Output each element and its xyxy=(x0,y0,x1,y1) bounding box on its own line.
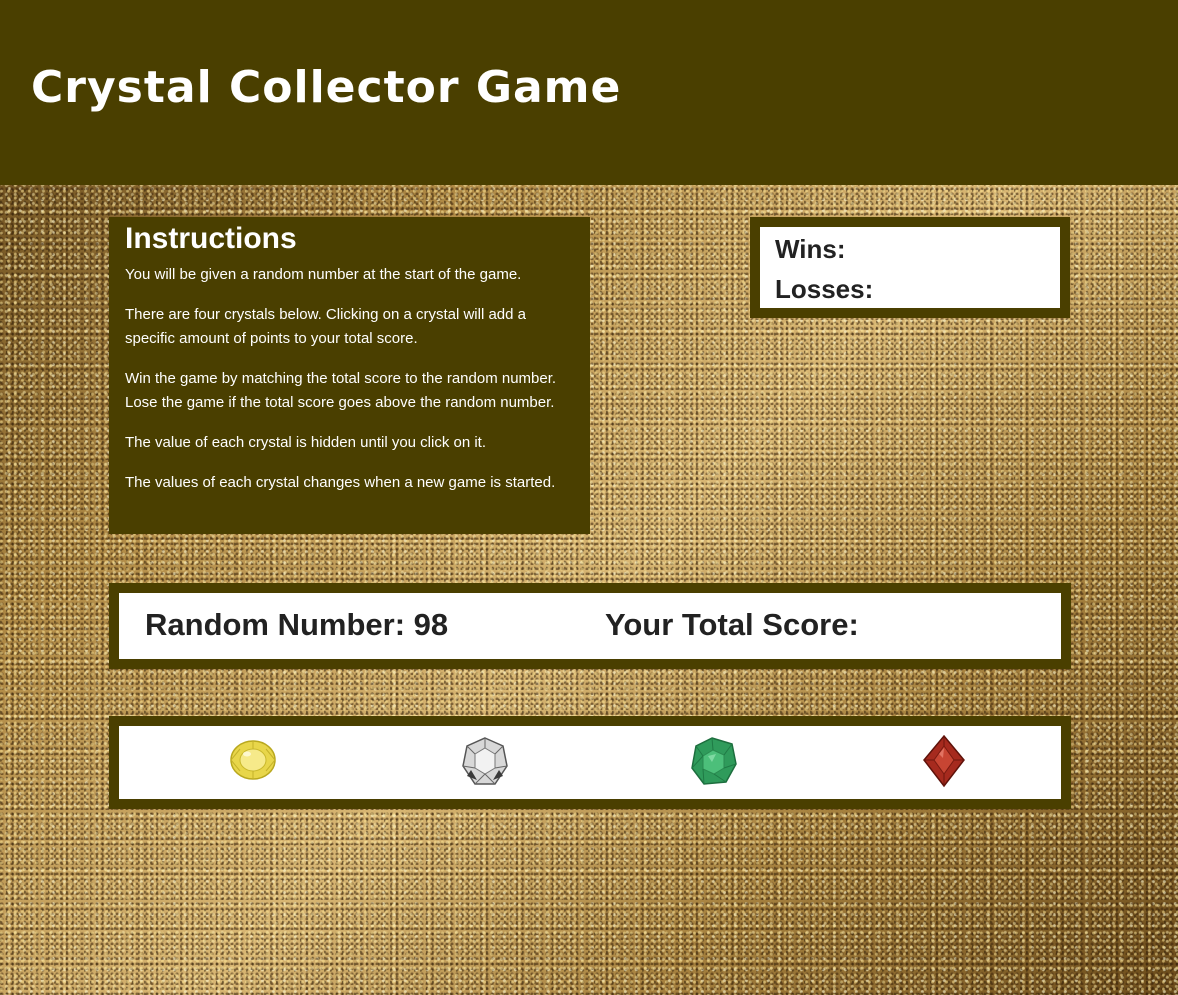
win-loss-panel: Wins: Losses: xyxy=(750,217,1070,318)
instruction-paragraph: The value of each crystal is hidden unti… xyxy=(125,434,487,451)
instruction-paragraph: You will be given a random number at the… xyxy=(125,266,522,283)
page-title: Crystal Collector Game xyxy=(31,62,622,113)
instruction-paragraph: The values of each crystal changes when … xyxy=(125,474,556,491)
instructions-heading: Instructions xyxy=(125,222,297,255)
instructions-panel: Instructions You will be given a random … xyxy=(109,217,590,534)
wins-label: Wins: xyxy=(775,234,846,264)
white-crystal-icon xyxy=(462,737,508,785)
random-number: Random Number: 98 xyxy=(145,607,449,642)
yellow-crystal-button[interactable] xyxy=(225,734,281,790)
page-header: Crystal Collector Game xyxy=(0,0,1178,185)
red-crystal-button[interactable] xyxy=(916,734,972,790)
yellow-crystal-icon xyxy=(230,740,276,780)
score-panel: Random Number: 98 Your Total Score: xyxy=(109,583,1071,669)
instruction-paragraph: Win the game by matching the total score… xyxy=(125,370,557,411)
instruction-paragraph: There are four crystals below. Clicking … xyxy=(125,306,527,347)
red-crystal-icon xyxy=(923,734,965,788)
losses-label: Losses: xyxy=(775,274,874,304)
green-crystal-icon xyxy=(691,737,737,785)
white-crystal-button[interactable] xyxy=(457,734,513,790)
crystal-panel xyxy=(109,716,1071,809)
total-score: Your Total Score: xyxy=(605,607,859,642)
green-crystal-button[interactable] xyxy=(686,734,742,790)
